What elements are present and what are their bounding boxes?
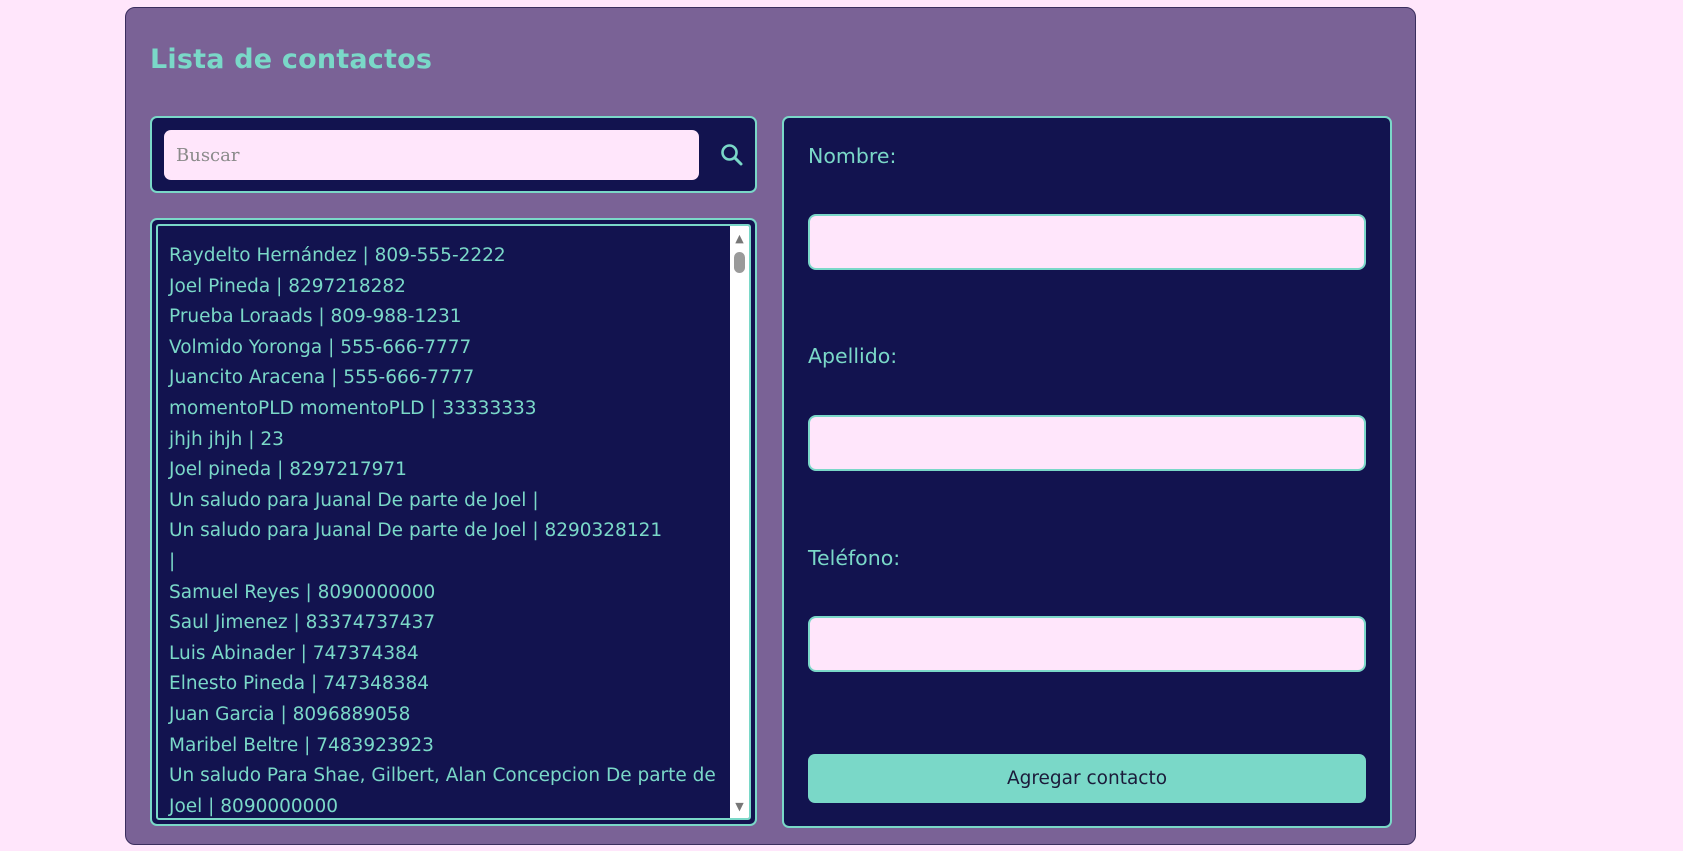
list-item[interactable]: Raydelto Hernández | 809-555-2222 — [169, 241, 730, 272]
list-item[interactable]: Un saludo para Juanal De parte de Joel |… — [169, 516, 730, 547]
search-input[interactable] — [164, 130, 699, 180]
list-item[interactable]: Saul Jimenez | 83374737437 — [169, 608, 730, 639]
list-item[interactable]: | — [169, 547, 730, 578]
list-item[interactable]: Joel pineda | 8297217971 — [169, 455, 730, 486]
telefono-field[interactable] — [808, 616, 1366, 672]
nombre-field[interactable] — [808, 214, 1366, 270]
list-item[interactable]: Juancito Aracena | 555-666-7777 — [169, 363, 730, 394]
list-item[interactable]: jhjh jhjh | 23 — [169, 425, 730, 456]
nombre-label: Nombre: — [808, 144, 897, 168]
list-item[interactable]: Maribel Beltre | 7483923923 — [169, 731, 730, 762]
list-item[interactable]: Elnesto Pineda | 747348384 — [169, 669, 730, 700]
contact-list-panel: Raydelto Hernández | 809-555-2222 Joel Pi… — [150, 218, 757, 826]
list-item[interactable]: Un saludo para Juanal De parte de Joel | — [169, 486, 730, 517]
apellido-field[interactable] — [808, 415, 1366, 471]
search-panel — [150, 116, 757, 193]
page-title: Lista de contactos — [150, 44, 433, 75]
list-item[interactable]: Volmido Yoronga | 555-666-7777 — [169, 333, 730, 364]
scroll-thumb[interactable] — [734, 252, 745, 273]
search-icon[interactable] — [717, 140, 747, 170]
contacts-app-card: Lista de contactos Raydelto Hernández | … — [125, 7, 1416, 845]
list-scrollbar[interactable]: ▲ ▼ — [730, 226, 749, 818]
telefono-label: Teléfono: — [808, 546, 901, 570]
contact-listbox[interactable]: Raydelto Hernández | 809-555-2222 Joel Pi… — [156, 224, 751, 820]
list-item[interactable]: momentoPLD momentoPLD | 33333333 — [169, 394, 730, 425]
apellido-label: Apellido: — [808, 344, 898, 368]
scroll-up-arrow-icon[interactable]: ▲ — [730, 230, 749, 246]
list-item[interactable]: Joel | 8090000000 — [169, 792, 730, 818]
list-item[interactable]: Samuel Reyes | 8090000000 — [169, 578, 730, 609]
list-item[interactable]: Un saludo Para Shae, Gilbert, Alan Conce… — [169, 761, 730, 792]
contact-form: Nombre: Apellido: Teléfono: Agregar cont… — [782, 116, 1392, 828]
list-item[interactable]: Joel Pineda | 8297218282 — [169, 272, 730, 303]
contact-list: Raydelto Hernández | 809-555-2222 Joel Pi… — [158, 226, 730, 818]
list-item[interactable]: Juan Garcia | 8096889058 — [169, 700, 730, 731]
list-item[interactable]: Prueba Loraads | 809-988-1231 — [169, 302, 730, 333]
add-contact-button[interactable]: Agregar contacto — [808, 754, 1366, 803]
list-item[interactable]: Luis Abinader | 747374384 — [169, 639, 730, 670]
scroll-down-arrow-icon[interactable]: ▼ — [730, 798, 749, 814]
